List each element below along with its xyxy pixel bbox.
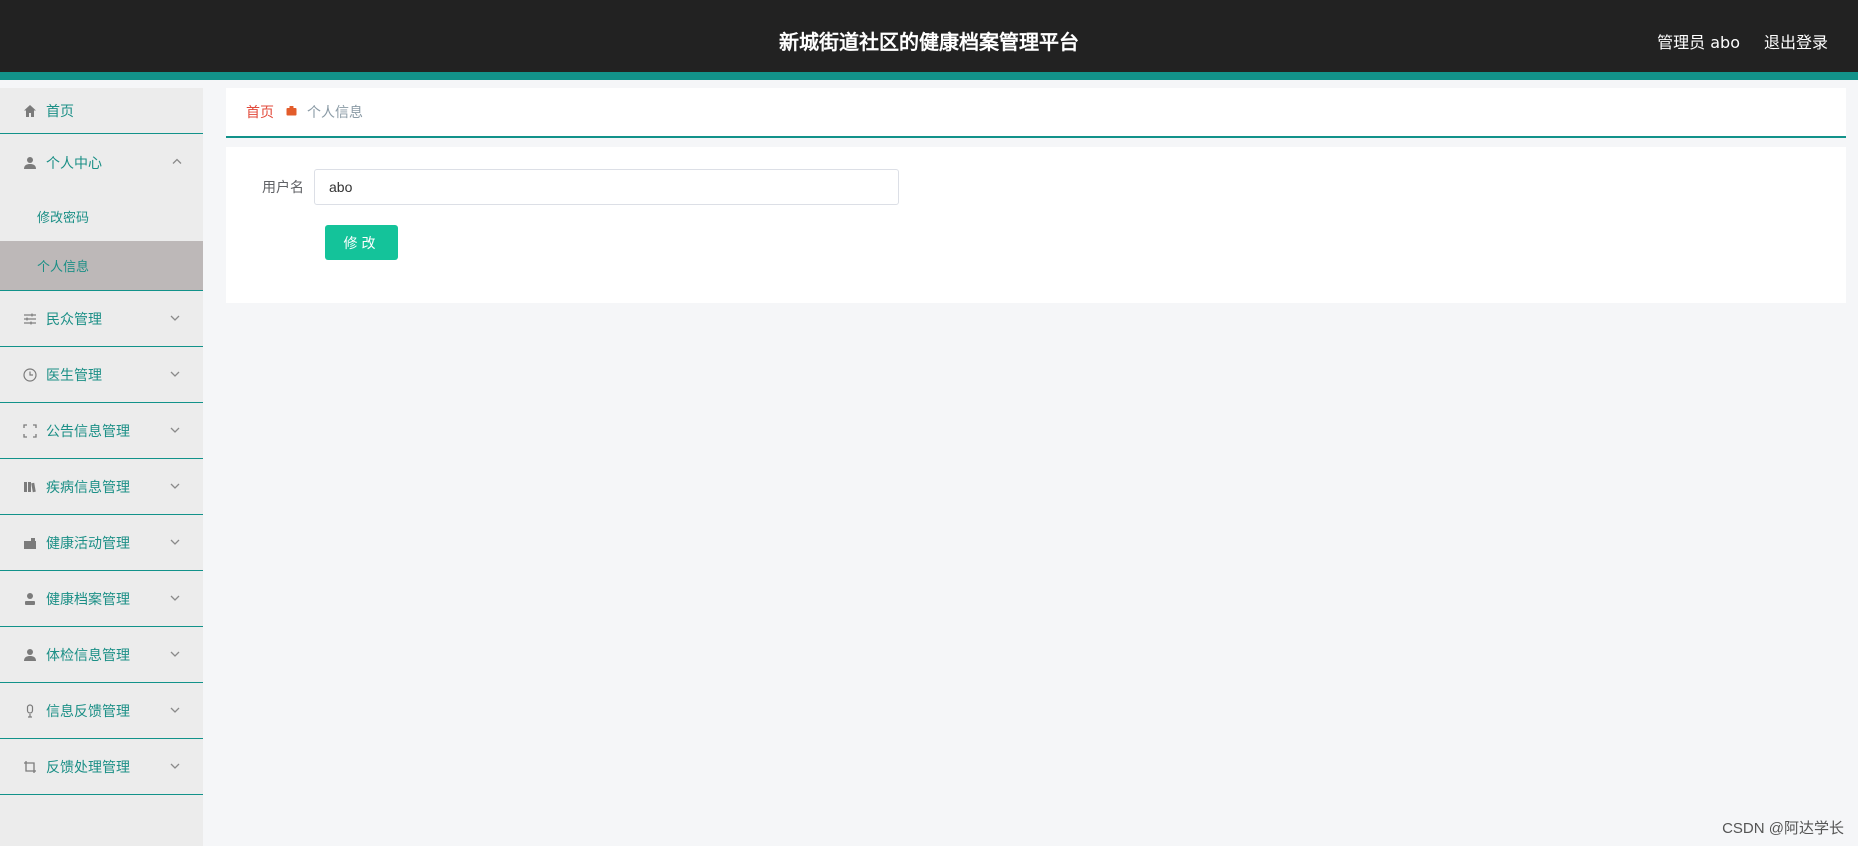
frame-icon: [22, 423, 38, 439]
chevron-down-icon: [169, 424, 183, 438]
sidebar-item-feedback[interactable]: 信息反馈管理: [0, 683, 203, 739]
sidebar-item-label: 健康活动管理: [46, 535, 130, 552]
books-icon: [22, 479, 38, 495]
sidebar-item-change-password[interactable]: 修改密码: [0, 192, 203, 241]
home-icon: [22, 103, 38, 119]
person-icon: [22, 591, 38, 607]
briefcase-icon: [22, 535, 38, 551]
username-input[interactable]: [314, 169, 899, 205]
username-label: 用户名: [262, 180, 304, 196]
top-header: 新城街道社区的健康档案管理平台 管理员 abo 退出登录: [0, 0, 1858, 80]
sidebar-item-announcements[interactable]: 公告信息管理: [0, 403, 203, 459]
sidebar-item-personal-center[interactable]: 个人中心: [0, 134, 203, 192]
app-title: 新城街道社区的健康档案管理平台: [779, 30, 1079, 54]
breadcrumb-home-link[interactable]: 首页: [246, 102, 274, 122]
chevron-up-icon: [171, 156, 183, 171]
sidebar-item-label: 反馈处理管理: [46, 759, 130, 776]
sidebar-item-label: 体检信息管理: [46, 647, 130, 664]
sidebar-item-home[interactable]: 首页: [0, 88, 203, 134]
breadcrumb: 首页 个人信息: [226, 88, 1846, 138]
chevron-down-icon: [169, 480, 183, 494]
sidebar-item-label: 公告信息管理: [46, 423, 130, 440]
sidebar-item-diseases[interactable]: 疾病信息管理: [0, 459, 203, 515]
username-row: 用户名: [226, 169, 899, 205]
user-icon: [22, 155, 38, 171]
sidebar-item-health-records[interactable]: 健康档案管理: [0, 571, 203, 627]
chevron-down-icon: [169, 760, 183, 774]
sidebar-item-label: 个人中心: [46, 156, 102, 172]
sidebar: 首页 个人中心 修改密码 个人信息 民众管理 医生管理 公告信息管理 疾病信息管…: [0, 88, 203, 846]
chevron-down-icon: [169, 536, 183, 550]
sidebar-item-checkups[interactable]: 体检信息管理: [0, 627, 203, 683]
breadcrumb-current: 个人信息: [307, 105, 363, 121]
chevron-down-icon: [169, 704, 183, 718]
header-user-area: 管理员 abo 退出登录: [1657, 29, 1828, 53]
chevron-down-icon: [169, 368, 183, 382]
sidebar-item-label: 疾病信息管理: [46, 479, 130, 496]
chevron-down-icon: [169, 592, 183, 606]
crop-icon: [22, 759, 38, 775]
sidebar-group-personal: 个人中心 修改密码 个人信息: [0, 134, 203, 291]
admin-label: 管理员 abo: [1657, 33, 1740, 52]
sidebar-item-label: 信息反馈管理: [46, 703, 130, 720]
sidebar-item-label: 首页: [46, 103, 74, 120]
profile-form-card: 用户名 修改: [226, 147, 1846, 303]
sidebar-item-feedback-processing[interactable]: 反馈处理管理: [0, 739, 203, 795]
modify-button[interactable]: 修改: [325, 225, 398, 260]
user-filled-icon: [22, 647, 38, 663]
sidebar-item-personal-info[interactable]: 个人信息: [0, 241, 203, 290]
sidebar-item-doctors[interactable]: 医生管理: [0, 347, 203, 403]
sliders-icon: [22, 311, 38, 327]
chevron-down-icon: [169, 648, 183, 662]
microphone-icon: [22, 703, 38, 719]
sidebar-item-health-activities[interactable]: 健康活动管理: [0, 515, 203, 571]
chevron-down-icon: [169, 312, 183, 326]
sidebar-item-label: 民众管理: [46, 311, 102, 328]
clock-icon: [22, 367, 38, 383]
sidebar-item-label: 医生管理: [46, 367, 102, 384]
briefcase-separator-icon: [286, 105, 297, 119]
logout-link[interactable]: 退出登录: [1764, 29, 1828, 53]
sidebar-item-citizens[interactable]: 民众管理: [0, 291, 203, 347]
sidebar-item-label: 健康档案管理: [46, 591, 130, 608]
watermark: CSDN @阿达学长: [1722, 820, 1844, 837]
